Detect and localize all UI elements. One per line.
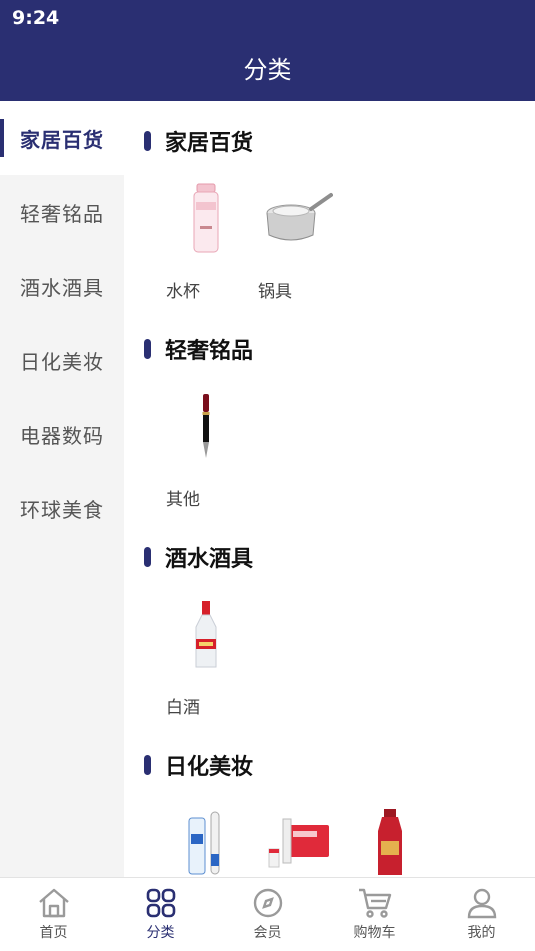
- sidebar-item-electronics[interactable]: 电器数码: [0, 397, 124, 471]
- stainless-pot-icon: [256, 177, 340, 261]
- category-item-cookware[interactable]: 锅具: [256, 177, 340, 302]
- tab-label: 我的: [467, 925, 496, 941]
- section-marker: [144, 131, 151, 151]
- page-title: 分类: [243, 56, 292, 84]
- section-title-text: 日化美妆: [165, 755, 254, 780]
- tab-label: 首页: [39, 925, 68, 941]
- skincare-set-icon: [256, 801, 340, 877]
- category-item-toothpaste[interactable]: [164, 801, 248, 877]
- section-title: 家居百货: [144, 125, 254, 157]
- shampoo-bottle-icon: [348, 801, 432, 877]
- tab-label: 会员: [253, 925, 282, 941]
- section-title: 日化美妆: [144, 749, 254, 781]
- category-item-baijiu[interactable]: 白酒: [164, 593, 248, 718]
- section-marker: [144, 339, 151, 359]
- sidebar-item-global-food[interactable]: 环球美食: [0, 471, 124, 545]
- sidebar-item-liquor[interactable]: 酒水酒具: [0, 249, 124, 323]
- app-header: 9:24 分类: [0, 0, 535, 101]
- category-item-other[interactable]: 其他: [164, 385, 248, 510]
- status-time: 9:24: [12, 7, 60, 29]
- section-marker: [144, 547, 151, 567]
- section-title: 酒水酒具: [144, 541, 254, 573]
- category-sidebar: 家居百货 轻奢铭品 酒水酒具 日化美妆 电器数码 环球美食: [0, 101, 124, 877]
- tab-cart[interactable]: 购物车: [321, 878, 428, 951]
- tab-mine[interactable]: 我的: [428, 878, 535, 951]
- user-icon: [467, 888, 496, 919]
- tab-category[interactable]: 分类: [107, 878, 214, 951]
- sidebar-item-luxury[interactable]: 轻奢铭品: [0, 175, 124, 249]
- grid-icon: [146, 888, 175, 918]
- toothpaste-brush-icon: [164, 801, 248, 877]
- water-bottle-icon: [164, 177, 248, 261]
- sidebar-item-home-goods[interactable]: 家居百货: [0, 101, 124, 175]
- category-content: 家居百货 水杯 锅具 轻奢铭品 其他 酒水酒具 白酒 日化美妆: [124, 101, 535, 877]
- item-label: 其他: [166, 490, 200, 510]
- section-marker: [144, 755, 151, 775]
- item-label: 锅具: [258, 282, 292, 302]
- tab-home[interactable]: 首页: [0, 878, 107, 951]
- compass-icon: [253, 888, 282, 918]
- cart-icon: [358, 888, 391, 918]
- section-title: 轻奢铭品: [144, 333, 254, 365]
- category-item-shampoo[interactable]: [348, 801, 432, 877]
- sidebar-item-cosmetics[interactable]: 日化美妆: [0, 323, 124, 397]
- category-item-water-cup[interactable]: 水杯: [164, 177, 248, 302]
- section-title-text: 轻奢铭品: [165, 339, 254, 364]
- section-title-text: 家居百货: [165, 131, 254, 156]
- section-title-text: 酒水酒具: [165, 547, 254, 572]
- liquor-bottle-icon: [164, 593, 248, 677]
- category-item-skincare[interactable]: [256, 801, 340, 877]
- home-icon: [38, 888, 69, 918]
- item-label: 水杯: [166, 282, 200, 302]
- tab-label: 购物车: [353, 925, 396, 941]
- tab-member[interactable]: 会员: [214, 878, 321, 951]
- bottom-tab-bar: 首页 分类 会员 购物车 我的: [0, 877, 535, 951]
- fountain-pen-icon: [164, 385, 248, 469]
- item-label: 白酒: [166, 698, 200, 718]
- tab-label: 分类: [146, 925, 175, 941]
